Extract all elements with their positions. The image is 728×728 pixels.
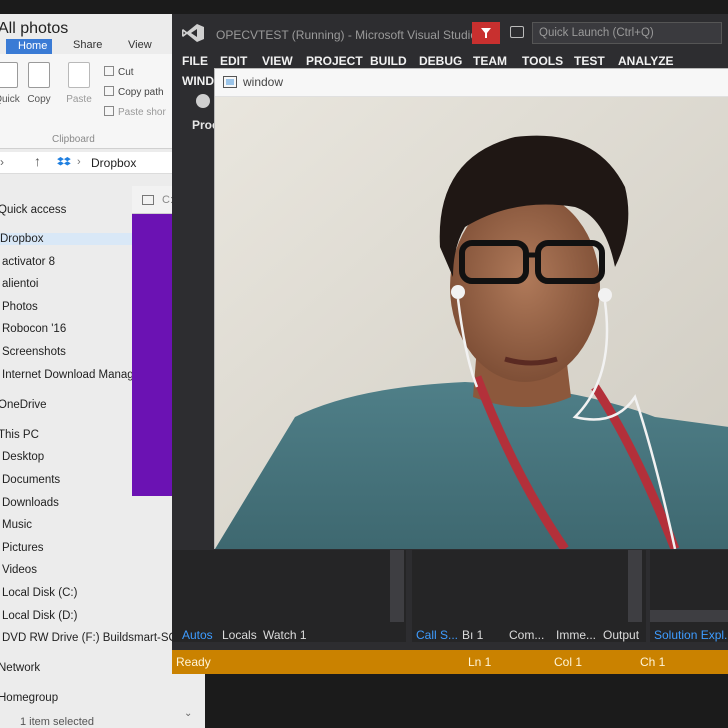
tab-immediate[interactable]: Imme...	[556, 628, 596, 642]
tab-output[interactable]: Output	[603, 628, 639, 642]
tab-call-stack[interactable]: Call S...	[416, 628, 458, 642]
paste-icon	[68, 62, 90, 88]
callstack-scrollbar[interactable]	[628, 550, 642, 622]
breadcrumb-dropbox[interactable]: Dropbox	[91, 156, 136, 170]
nav-item-idm[interactable]: Internet Download Manag	[2, 369, 134, 381]
nav-local-disk-d[interactable]: Local Disk (D:)	[2, 610, 77, 622]
quick-launch-input[interactable]: Quick Launch (Ctrl+Q)	[532, 22, 722, 44]
menu-test[interactable]: TEST	[574, 54, 605, 68]
paste-button[interactable]: Paste	[62, 62, 96, 105]
menu-file[interactable]: FILE	[182, 54, 208, 68]
nav-pictures[interactable]: Pictures	[2, 542, 44, 554]
camera-window-titlebar[interactable]: window	[215, 69, 728, 97]
tab-view[interactable]: View	[128, 39, 152, 51]
paste-shortcut-icon	[104, 106, 114, 116]
nav-music[interactable]: Music	[2, 519, 32, 531]
nav-dvd-drive[interactable]: DVD RW Drive (F:) Buildsmart-SON	[2, 632, 186, 644]
menu-tools[interactable]: TOOLS	[522, 54, 563, 68]
dropbox-icon	[57, 157, 71, 166]
status-bar-text: 1 item selected	[20, 716, 94, 728]
nav-item-photos[interactable]: Photos	[2, 301, 38, 313]
pin-icon	[0, 62, 18, 88]
debug-tabs-left: Autos Locals Watch 1	[172, 624, 406, 646]
webcam-photo	[215, 97, 728, 549]
nav-this-pc[interactable]: This PC	[0, 429, 39, 441]
tab-home[interactable]: Home	[6, 39, 52, 55]
up-arrow-icon[interactable]: ↑	[34, 153, 41, 169]
nav-local-disk-c[interactable]: Local Disk (C:)	[2, 587, 77, 599]
vs-title-bar: OPECVTEST (Running) - Microsoft Visual S…	[172, 14, 728, 50]
status-ready: Ready	[176, 655, 211, 669]
nav-item-robocon[interactable]: Robocon '16	[2, 323, 66, 335]
nav-homegroup[interactable]: Homegroup	[0, 692, 58, 704]
feedback-icon[interactable]	[510, 26, 524, 38]
camera-window-title: window	[243, 75, 284, 89]
console-icon	[142, 195, 154, 205]
autos-scrollbar[interactable]	[390, 550, 404, 622]
copy-path-icon	[104, 86, 114, 96]
menu-edit[interactable]: EDIT	[220, 54, 247, 68]
status-line: Ln 1	[468, 655, 492, 669]
paste-shortcut-button[interactable]: Paste shor	[104, 106, 166, 118]
copy-path-button[interactable]: Copy path	[104, 86, 164, 98]
nav-videos[interactable]: Videos	[2, 564, 37, 576]
nav-quick-access[interactable]: Quick access	[0, 204, 66, 216]
cut-button[interactable]: Cut	[104, 66, 134, 78]
nav-item-alientoi[interactable]: alientoi	[2, 278, 38, 290]
nav-documents[interactable]: Documents	[2, 474, 60, 486]
tab-share[interactable]: Share	[73, 39, 102, 51]
tab-locals[interactable]: Locals	[222, 628, 257, 642]
menu-analyze[interactable]: ANALYZE	[618, 54, 674, 68]
vs-status-bar: Ready Ln 1 Col 1 Ch 1	[172, 650, 728, 674]
tab-watch-1[interactable]: Watch 1	[263, 628, 307, 642]
copy-button[interactable]: Copy	[22, 62, 56, 105]
nav-item-screenshots[interactable]: Screenshots	[2, 346, 66, 358]
menu-view[interactable]: VIEW	[262, 54, 293, 68]
breadcrumb-separator-icon: ›	[77, 156, 81, 168]
chevron-down-icon[interactable]: ⌄	[184, 708, 192, 719]
debug-tabs-right: Solution Expl...	[650, 624, 728, 646]
solution-explorer-scrollbar[interactable]	[650, 610, 728, 622]
visual-studio-logo-icon	[182, 24, 204, 42]
explorer-title: All photos	[0, 20, 69, 37]
nav-downloads[interactable]: Downloads	[2, 497, 59, 509]
scissors-icon	[104, 66, 114, 76]
copy-icon	[28, 62, 50, 88]
nav-onedrive[interactable]: OneDrive	[0, 399, 47, 411]
clipboard-group-label: Clipboard	[52, 134, 95, 145]
forward-icon[interactable]: ›	[0, 155, 4, 169]
vs-title: OPECVTEST (Running) - Microsoft Visual S…	[216, 28, 477, 42]
menu-team[interactable]: TEAM	[473, 54, 507, 68]
debug-tabs-middle: Call S... Bı 1 Com... Imme... Output	[412, 624, 648, 646]
menu-project[interactable]: PROJECT	[306, 54, 363, 68]
camera-window[interactable]: window	[214, 68, 728, 549]
pin-quick-access-button[interactable]: Quick	[0, 62, 24, 105]
webcam-feed-image	[215, 97, 728, 549]
nav-network[interactable]: Network	[0, 662, 40, 674]
nav-item-activator[interactable]: activator 8	[2, 256, 55, 268]
back-arrow-icon[interactable]	[196, 94, 210, 108]
menu-build[interactable]: BUILD	[370, 54, 407, 68]
menu-debug[interactable]: DEBUG	[419, 54, 462, 68]
nav-desktop[interactable]: Desktop	[2, 451, 44, 463]
window-icon	[223, 76, 237, 88]
notification-flag-icon[interactable]	[472, 22, 500, 44]
status-char: Ch 1	[640, 655, 666, 669]
tab-command[interactable]: Com...	[509, 628, 544, 642]
tab-solution-explorer[interactable]: Solution Expl...	[654, 628, 728, 642]
tab-autos[interactable]: Autos	[182, 628, 213, 642]
status-column: Col 1	[554, 655, 583, 669]
tab-breakpoints[interactable]: Bı 1	[462, 628, 483, 642]
